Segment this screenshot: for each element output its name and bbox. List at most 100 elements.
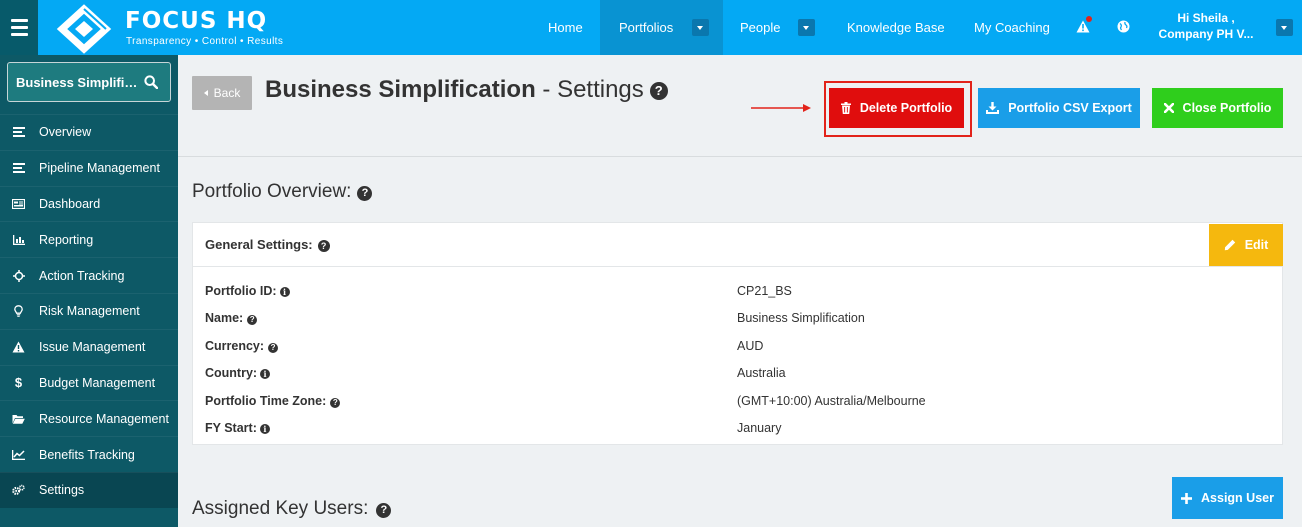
sidebar: Business Simplific... Overview Pipeline … xyxy=(0,55,178,527)
user-greeting: Hi Sheila , xyxy=(1177,11,1235,25)
close-portfolio-label: Close Portfolio xyxy=(1182,101,1272,115)
sidebar-item-dashboard[interactable]: Dashboard xyxy=(0,185,178,222)
field-row-country: Country: i Australia xyxy=(205,366,1275,386)
portfolio-overview-label: Portfolio Overview: xyxy=(192,181,352,202)
help-question-icon[interactable]: ? xyxy=(268,342,279,353)
people-dropdown-icon[interactable] xyxy=(798,19,815,36)
sidebar-item-action-tracking[interactable]: Action Tracking xyxy=(0,257,178,293)
user-company: Company PH V... xyxy=(1158,27,1254,41)
field-label: Portfolio Time Zone:? xyxy=(205,394,341,408)
logo-tagline: Transparency • Control • Results xyxy=(126,36,284,47)
delete-portfolio-button[interactable]: Delete Portfolio xyxy=(829,88,964,128)
back-arrow-icon xyxy=(203,90,208,96)
field-label: Currency:? xyxy=(205,339,279,353)
delete-portfolio-label: Delete Portfolio xyxy=(859,101,953,115)
field-label-text: Name: xyxy=(205,311,244,325)
help-question-icon[interactable]: ? xyxy=(317,240,330,252)
dollar-icon: $ xyxy=(14,375,23,391)
field-value: CP21_BS xyxy=(737,284,792,298)
sidebar-item-label: Reporting xyxy=(39,232,94,247)
sidebar-item-label: Dashboard xyxy=(39,196,101,211)
logo-mark-icon xyxy=(56,4,112,54)
portfolios-dropdown-icon[interactable] xyxy=(692,19,709,36)
sidebar-item-risk-management[interactable]: Risk Management xyxy=(0,292,178,329)
close-icon xyxy=(1163,103,1174,113)
help-question-icon[interactable]: ? xyxy=(247,314,258,325)
sidebar-item-pipeline-management[interactable]: Pipeline Management xyxy=(0,149,178,186)
field-label: Name:? xyxy=(205,311,258,325)
nav-portfolios[interactable]: Portfolios xyxy=(619,0,673,55)
edit-button[interactable]: Edit xyxy=(1209,224,1283,266)
help-question-icon[interactable]: ? xyxy=(330,397,341,408)
sidebar-menu: Overview Pipeline Management Dashboard R… xyxy=(0,114,178,508)
sidebar-item-label: Resource Management xyxy=(39,411,169,426)
info-icon[interactable]: i xyxy=(259,424,270,434)
field-row-name: Name:? Business Simplification xyxy=(205,311,1275,331)
trash-icon xyxy=(840,102,851,114)
field-value: January xyxy=(737,421,782,435)
field-value: (GMT+10:00) Australia/Melbourne xyxy=(737,394,926,408)
hamburger-menu-icon[interactable] xyxy=(0,0,38,55)
help-question-icon[interactable]: ? xyxy=(649,81,668,100)
list-icon xyxy=(12,162,25,175)
annotation-arrow-icon xyxy=(751,104,811,112)
assigned-key-users-title: Assigned Key Users:? xyxy=(192,498,392,520)
edit-label: Edit xyxy=(1244,238,1269,252)
info-icon[interactable]: i xyxy=(260,369,271,379)
sidebar-item-label: Benefits Tracking xyxy=(39,447,135,462)
sidebar-item-label: Risk Management xyxy=(39,304,140,319)
gears-icon xyxy=(12,484,25,497)
field-value: AUD xyxy=(737,339,764,353)
info-icon[interactable]: i xyxy=(279,287,290,297)
general-settings-title: General Settings:? xyxy=(205,237,330,252)
search-icon[interactable] xyxy=(144,75,158,89)
sidebar-item-overview[interactable]: Overview xyxy=(0,114,178,150)
sidebar-item-issue-management[interactable]: Issue Management xyxy=(0,328,178,365)
nav-people[interactable]: People xyxy=(740,0,780,55)
bar-chart-icon xyxy=(12,233,25,246)
page-title: Business Simplification - Settings? xyxy=(265,76,668,104)
field-row-currency: Currency:? AUD xyxy=(205,339,1275,359)
portfolio-search[interactable]: Business Simplific... xyxy=(7,62,171,102)
globe-icon[interactable] xyxy=(1117,20,1130,33)
sidebar-item-budget-management[interactable]: $ Budget Management xyxy=(0,364,178,401)
assign-user-label: Assign User xyxy=(1201,491,1274,505)
portfolio-search-value[interactable]: Business Simplific... xyxy=(8,75,140,90)
help-question-icon[interactable]: ? xyxy=(357,185,373,201)
pencil-icon xyxy=(1224,239,1235,251)
general-settings-label: General Settings: xyxy=(205,237,313,252)
field-label-text: Portfolio ID: xyxy=(205,284,277,298)
page-title-suffix: - Settings xyxy=(535,76,644,103)
sidebar-item-label: Budget Management xyxy=(39,375,156,390)
assign-user-button[interactable]: Assign User xyxy=(1172,477,1283,519)
portfolio-overview-title: Portfolio Overview:? xyxy=(192,181,373,203)
close-portfolio-button[interactable]: Close Portfolio xyxy=(1152,88,1283,128)
field-label-text: Country: xyxy=(205,366,258,380)
plus-icon xyxy=(1181,492,1193,504)
back-button[interactable]: Back xyxy=(192,76,252,110)
field-label-text: Currency: xyxy=(205,339,265,353)
top-navbar: FOCUS HQ Transparency • Control • Result… xyxy=(0,0,1302,55)
sidebar-item-benefits-tracking[interactable]: Benefits Tracking xyxy=(0,436,178,472)
sidebar-item-label: Action Tracking xyxy=(39,268,125,283)
nav-my-coaching[interactable]: My Coaching xyxy=(974,0,1050,55)
list-icon xyxy=(12,126,25,139)
dashboard-icon xyxy=(12,197,25,210)
general-settings-header: General Settings:? Edit xyxy=(193,223,1283,267)
sidebar-item-label: Overview xyxy=(39,125,92,140)
field-label: Country: i xyxy=(205,366,271,380)
focus-hq-logo[interactable]: FOCUS HQ Transparency • Control • Result… xyxy=(55,4,305,54)
header-divider xyxy=(178,156,1302,157)
assigned-key-users-label: Assigned Key Users: xyxy=(192,498,369,519)
field-value: Australia xyxy=(737,366,786,380)
sidebar-item-settings[interactable]: Settings xyxy=(0,471,178,508)
user-menu[interactable]: Hi Sheila , Company PH V... xyxy=(1150,10,1262,42)
portfolio-csv-export-button[interactable]: Portfolio CSV Export xyxy=(978,88,1140,128)
field-row-time-zone: Portfolio Time Zone:? (GMT+10:00) Austra… xyxy=(205,394,1275,414)
user-dropdown-icon[interactable] xyxy=(1276,19,1293,36)
nav-home[interactable]: Home xyxy=(548,0,583,55)
help-question-icon[interactable]: ? xyxy=(376,502,392,518)
nav-knowledge-base[interactable]: Knowledge Base xyxy=(847,0,945,55)
sidebar-item-resource-management[interactable]: Resource Management xyxy=(0,400,178,436)
sidebar-item-reporting[interactable]: Reporting xyxy=(0,221,178,257)
